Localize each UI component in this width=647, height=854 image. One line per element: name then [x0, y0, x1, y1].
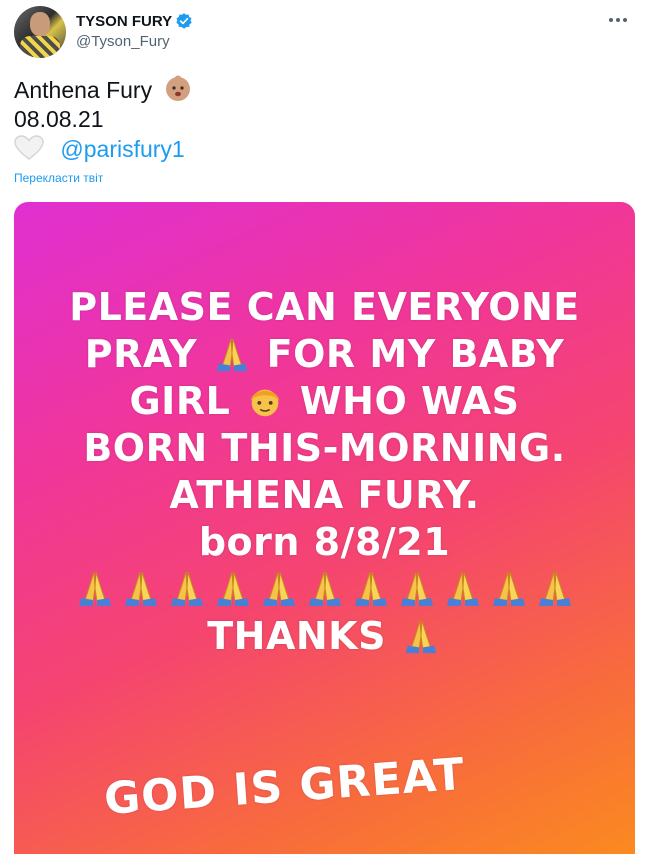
more-options-icon[interactable]	[606, 8, 630, 32]
tweet-text-line-1: Anthena Fury	[14, 74, 192, 104]
folded-hands-emoji	[442, 568, 484, 608]
tweet-header: TYSON FURY @Tyson_Fury	[14, 6, 636, 58]
folded-hands-emoji	[74, 568, 116, 608]
media-line-2b: FOR MY BABY	[266, 332, 565, 376]
baby-emoji	[166, 75, 191, 101]
media-line-8: THANKS	[14, 613, 635, 660]
avatar-shirt	[20, 36, 60, 58]
media-line-4: BORN THIS-MORNING.	[83, 426, 566, 470]
folded-hands-emoji	[402, 617, 440, 655]
tweet-name-text: Anthena Fury	[14, 77, 153, 103]
display-name-row: TYSON FURY	[76, 10, 193, 32]
media-line-2: PRAY FOR MY BABY	[14, 331, 635, 378]
media-line-6: born 8/8/21	[198, 520, 451, 564]
folded-hands-emoji	[166, 568, 208, 608]
white-heart-emoji	[14, 135, 44, 160]
author-names: TYSON FURY @Tyson_Fury	[76, 10, 193, 50]
tweet-text-line-2: 08.08.21	[14, 106, 104, 132]
handle[interactable]: @Tyson_Fury	[76, 33, 193, 50]
folded-hands-emoji	[304, 568, 346, 608]
verified-badge-icon	[176, 13, 192, 29]
avatar[interactable]	[14, 6, 66, 58]
media-line-3: GIRL WHO WAS	[14, 378, 635, 425]
display-name[interactable]: TYSON FURY	[76, 13, 172, 30]
praying-hands-row	[14, 566, 635, 613]
tweet-text: Anthena Fury 08.08.21 @parisfury1	[14, 74, 192, 164]
folded-hands-emoji	[534, 568, 576, 608]
folded-hands-emoji	[213, 335, 251, 373]
translate-tweet-link[interactable]: Перекласти твіт	[14, 171, 103, 185]
folded-hands-emoji	[350, 568, 392, 608]
folded-hands-emoji	[396, 568, 438, 608]
media-line-5: ATHENA FURY.	[169, 473, 480, 517]
media-line-1: PLEASE CAN EVERYONE	[69, 285, 580, 329]
folded-hands-emoji	[488, 568, 530, 608]
mention-link[interactable]: @parisfury1	[60, 136, 184, 162]
media-line-3b: WHO WAS	[299, 379, 520, 423]
media-line-8-text: THANKS	[207, 614, 386, 658]
avatar-face	[30, 12, 50, 36]
media-line-3a: GIRL	[129, 379, 231, 423]
media-line-2a: PRAY	[84, 332, 198, 376]
media-footer-text: GOD IS GREAT	[102, 748, 467, 825]
girl-emoji	[250, 389, 280, 417]
folded-hands-emoji	[258, 568, 300, 608]
tweet-text-line-3: @parisfury1	[14, 134, 192, 164]
tweet-media-image[interactable]: PLEASE CAN EVERYONE PRAY FOR MY BABY GIR…	[14, 202, 635, 854]
folded-hands-emoji	[212, 568, 254, 608]
folded-hands-emoji	[120, 568, 162, 608]
media-text-block: PLEASE CAN EVERYONE PRAY FOR MY BABY GIR…	[14, 284, 635, 660]
